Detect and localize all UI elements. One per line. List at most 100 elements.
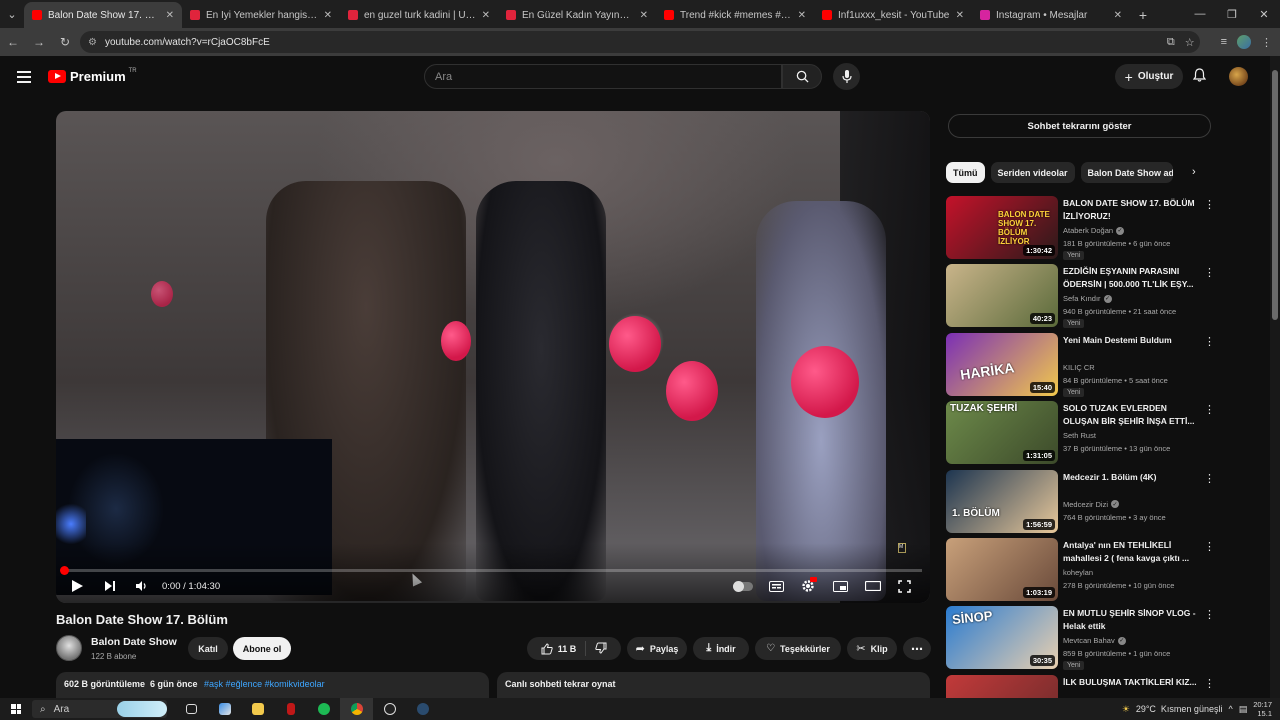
more-vertical-icon[interactable]: ⋮ <box>1204 608 1215 621</box>
browser-menu-icon[interactable]: ⋮ <box>1261 36 1272 49</box>
weather-text[interactable]: 29°C Kısmen güneşli <box>1136 704 1223 714</box>
share-button[interactable]: ➦ Paylaş <box>627 637 687 660</box>
filter-chip[interactable]: Tümü <box>946 162 985 183</box>
reload-icon[interactable]: ↻ <box>52 35 78 49</box>
join-button[interactable]: Katıl <box>188 637 228 660</box>
recommended-video[interactable]: 1. BÖLÜM 1:56:59 Medcezir 1. Bölüm (4K) Med… <box>946 469 1216 534</box>
video-thumbnail[interactable] <box>946 674 1058 698</box>
video-thumbnail[interactable]: BALON DATE SHOW 17. BÖLÜM İZLİYOR 1:30:42 <box>946 196 1058 259</box>
play-button[interactable] <box>72 576 83 596</box>
more-vertical-icon[interactable]: ⋮ <box>1204 335 1215 348</box>
install-app-icon[interactable]: ⧉ <box>1167 36 1175 49</box>
back-icon[interactable]: ← <box>0 35 26 49</box>
start-button[interactable] <box>0 704 32 714</box>
rec-title[interactable]: İLK BULUŞMA TAKTİKLERİ KIZ... <box>1063 676 1201 689</box>
more-vertical-icon[interactable]: ⋮ <box>1204 403 1215 416</box>
page-scrollbar[interactable] <box>1270 56 1280 698</box>
forward-icon[interactable]: → <box>26 35 52 49</box>
network-icon[interactable]: ▤ <box>1239 704 1248 715</box>
search-input[interactable]: Ara <box>424 64 782 89</box>
recommended-video[interactable]: 1:03:19 Antalya' nın EN TEHLİKELİ mahalle… <box>946 538 1216 602</box>
tab-search-icon[interactable]: ⌄ <box>0 0 24 28</box>
browser-tab[interactable]: En İyi Yemekler hangisidir | UwUFUFU ✕ <box>182 2 340 28</box>
tray-chevron-icon[interactable]: ^ <box>1228 704 1232 714</box>
subtitles-button[interactable] <box>769 576 784 596</box>
like-button[interactable]: 11 B <box>541 642 576 655</box>
video-thumbnail[interactable]: 1. BÖLÜM 1:56:59 <box>946 469 1058 533</box>
recommended-video[interactable]: HARİKA 15:40 Yeni Main Destemi Buldum KILIÇ… <box>946 332 1216 397</box>
taskbar-search[interactable]: ⌕ Ara <box>32 700 167 718</box>
rec-channel[interactable]: Sefa Kındır ✓ <box>1063 294 1112 303</box>
bookmark-star-icon[interactable]: ☆ <box>1185 36 1195 49</box>
theater-mode-button[interactable] <box>865 576 881 596</box>
profile-avatar-icon[interactable] <box>1237 35 1251 49</box>
more-vertical-icon[interactable]: ⋮ <box>1204 472 1215 485</box>
recommended-video[interactable]: SİNOP 30:35 EN MUTLU ŞEHİR SİNOP VLOG - He… <box>946 606 1216 671</box>
browser-tab[interactable]: en guzel turk kadini | UwUFUFU ✕ <box>340 2 498 28</box>
fullscreen-button[interactable] <box>898 576 911 596</box>
notifications-bell-icon[interactable] <box>1192 68 1207 85</box>
rec-title[interactable]: SOLO TUZAK EVLERDEN OLUŞAN BİR ŞEHİR İNŞ… <box>1063 402 1201 428</box>
minimize-icon[interactable]: — <box>1184 0 1216 28</box>
recommended-video[interactable]: 40:23 EZDİĞİN EŞYANIN PARASINI ÖDERSİN | … <box>946 264 1216 329</box>
autoplay-toggle[interactable] <box>733 576 753 596</box>
rec-title[interactable]: Medcezir 1. Bölüm (4K) <box>1063 471 1201 484</box>
dislike-button[interactable] <box>595 642 607 656</box>
subscribe-button[interactable]: Abone ol <box>233 637 291 660</box>
account-avatar[interactable] <box>1229 67 1248 86</box>
download-button[interactable]: ⤓ İndir <box>693 637 749 660</box>
tab-close-icon[interactable]: ✕ <box>798 10 806 21</box>
tab-close-icon[interactable]: ✕ <box>482 10 490 21</box>
voice-search-button[interactable] <box>833 63 860 90</box>
new-tab-button[interactable]: + <box>1130 2 1156 28</box>
create-button[interactable]: + Oluştur <box>1115 64 1183 89</box>
chat-replay-bar[interactable]: Canlı sohbeti tekrar oynat <box>497 672 930 698</box>
recommended-video[interactable]: İLK BULUŞMA TAKTİKLERİ KIZ... ⋮ <box>946 674 1216 698</box>
more-vertical-icon[interactable]: ⋮ <box>1204 677 1215 690</box>
rec-channel[interactable]: koheylan <box>1063 568 1093 577</box>
channel-name[interactable]: Balon Date Show <box>91 636 177 648</box>
chevron-right-icon[interactable]: › <box>1192 166 1196 178</box>
more-vertical-icon[interactable]: ⋮ <box>1204 198 1215 211</box>
rec-title[interactable]: BALON DATE SHOW 17. BÖLÜM İZLİYORUZ! <box>1063 197 1201 223</box>
steam-app[interactable] <box>406 698 439 720</box>
more-actions-button[interactable]: ⋯ <box>903 637 931 660</box>
file-explorer-app[interactable] <box>241 698 274 720</box>
browser-tab[interactable]: En Güzel Kadın Yayıncı | UwUFUFU ✕ <box>498 2 656 28</box>
tab-close-icon[interactable]: ✕ <box>640 10 648 21</box>
url-input[interactable]: ⚙ youtube.com/watch?v=rCjaOC8bFcE <box>80 31 1200 53</box>
tab-close-icon[interactable]: ✕ <box>956 10 964 21</box>
browser-tab[interactable]: Trend #kick #memes #yayıncılar ✕ <box>656 2 814 28</box>
store-app[interactable] <box>208 698 241 720</box>
channel-avatar[interactable] <box>56 635 82 661</box>
video-thumbnail[interactable]: TUZAK ŞEHRİ 1:31:05 <box>946 401 1058 465</box>
filter-chip[interactable]: Seriden videolar <box>990 162 1075 183</box>
rec-channel[interactable]: Ataberk Doğan ✓ <box>1063 226 1125 235</box>
playlist-icon[interactable]: ≡ <box>1221 36 1227 48</box>
recommended-video[interactable]: BALON DATE SHOW 17. BÖLÜM İZLİYOR 1:30:42… <box>946 196 1216 260</box>
progress-bar[interactable] <box>64 569 922 572</box>
browser-tab[interactable]: Instagram • Mesajlar ✕ <box>972 2 1130 28</box>
video-thumbnail[interactable]: SİNOP 30:35 <box>946 606 1058 670</box>
thanks-button[interactable]: ♡ Teşekkürler <box>755 637 841 660</box>
rec-title[interactable]: EN MUTLU ŞEHİR SİNOP VLOG - Helak ettik <box>1063 607 1201 633</box>
rec-title[interactable]: Yeni Main Destemi Buldum <box>1063 334 1201 347</box>
tab-close-icon[interactable]: ✕ <box>166 10 174 21</box>
show-chat-replay-button[interactable]: Sohbet tekrarını göster <box>948 114 1211 138</box>
tab-close-icon[interactable]: ✕ <box>1114 10 1122 21</box>
red-app[interactable] <box>274 698 307 720</box>
hashtags[interactable]: #aşk #eğlence #komikvideolar <box>204 679 325 689</box>
description-box[interactable]: 602 B görüntüleme 6 gün önce #aşk #eğlen… <box>56 672 489 698</box>
rec-title[interactable]: Antalya' nın EN TEHLİKELİ mahallesi 2 ( … <box>1063 539 1201 565</box>
maximize-icon[interactable]: ❐ <box>1216 0 1248 28</box>
taskbar-clock[interactable]: 20:17 15.1 <box>1253 700 1272 718</box>
rec-title[interactable]: EZDİĞİN EŞYANIN PARASINI ÖDERSİN | 500.0… <box>1063 265 1201 291</box>
rec-channel[interactable]: KILIÇ CR <box>1063 363 1095 372</box>
video-thumbnail[interactable]: HARİKA 15:40 <box>946 332 1058 396</box>
video-thumbnail[interactable]: 1:03:19 <box>946 538 1058 601</box>
more-vertical-icon[interactable]: ⋮ <box>1204 266 1215 279</box>
rec-channel[interactable]: Medcezir Dizi ✓ <box>1063 500 1120 509</box>
browser-tab[interactable]: Balon Date Show 17. Bölüm - YouTube ✕ <box>24 2 182 28</box>
chrome-app[interactable] <box>340 698 373 720</box>
task-view-button[interactable] <box>175 698 208 720</box>
